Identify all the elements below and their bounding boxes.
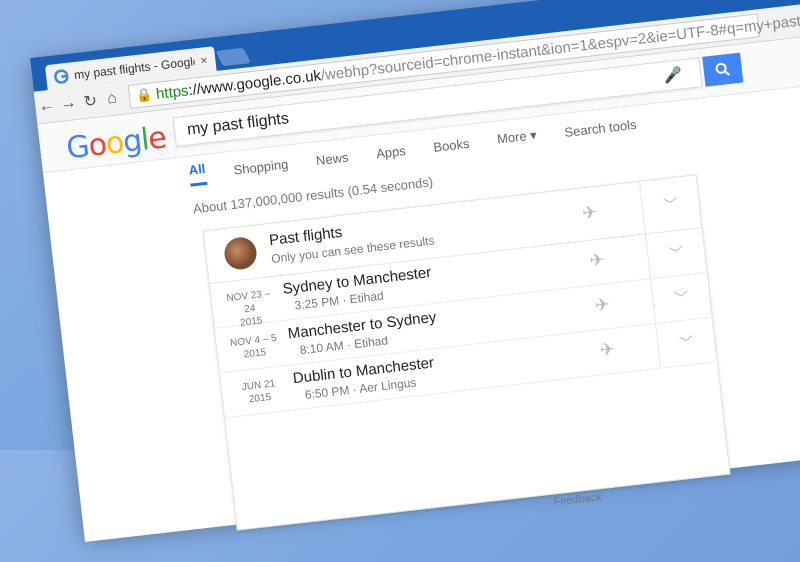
airplane-icon: ✈ — [581, 201, 599, 224]
flight-date-days: NOV 23 – 24 — [225, 288, 271, 316]
google-logo[interactable]: Google — [65, 120, 168, 166]
microphone-icon[interactable]: 🎤 — [662, 65, 683, 85]
tab-more[interactable]: More ▾ — [496, 127, 537, 147]
url-scheme: https — [155, 81, 190, 103]
flight-date: JUN 21 2015 — [231, 376, 288, 408]
forward-icon[interactable]: → — [56, 94, 80, 114]
dropdown-arrow-icon: ▾ — [529, 127, 538, 143]
tab-news[interactable]: News — [315, 149, 349, 168]
airplane-icon: ✈ — [593, 294, 611, 316]
lock-icon: 🔒 — [135, 86, 153, 104]
reload-icon[interactable]: ↻ — [78, 90, 102, 112]
tab-books[interactable]: Books — [433, 135, 471, 154]
expand-chevron-icon[interactable]: ﹀ — [655, 317, 717, 368]
flight-date: NOV 4 – 5 2015 — [226, 332, 283, 364]
tab-search-tools[interactable]: Search tools — [564, 116, 637, 139]
google-favicon-icon — [53, 68, 69, 84]
airplane-icon: ✈ — [598, 338, 616, 361]
tab-all[interactable]: All — [187, 160, 208, 187]
flight-date-year: 2015 — [243, 347, 267, 361]
browser-window: my past flights - Google S × ← → ↻ ⌂ 🔒 h… — [30, 0, 800, 542]
expand-chevron-icon[interactable]: ﹀ — [650, 272, 712, 323]
back-icon[interactable]: ← — [35, 96, 59, 116]
avatar — [222, 235, 259, 272]
tab-shopping[interactable]: Shopping — [233, 156, 289, 177]
airplane-icon: ✈ — [588, 249, 606, 271]
home-icon[interactable]: ⌂ — [100, 89, 124, 109]
expand-chevron-icon[interactable]: ﹀ — [638, 175, 702, 234]
search-button[interactable] — [702, 52, 744, 87]
flight-date-days: JUN 21 — [241, 378, 276, 394]
new-tab-button[interactable] — [215, 47, 251, 67]
past-flights-card: Past flights Only you can see these resu… — [202, 174, 731, 531]
tab-close-icon[interactable]: × — [200, 52, 209, 67]
tab-more-label: More — [496, 128, 528, 147]
browser-scene: my past flights - Google S × ← → ↻ ⌂ 🔒 h… — [30, 0, 800, 542]
flight-date-year: 2015 — [248, 391, 272, 406]
flight-date-days: NOV 4 – 5 — [229, 332, 278, 350]
tab-apps[interactable]: Apps — [375, 143, 406, 161]
search-icon — [715, 62, 731, 76]
expand-chevron-icon[interactable]: ﹀ — [644, 228, 707, 279]
